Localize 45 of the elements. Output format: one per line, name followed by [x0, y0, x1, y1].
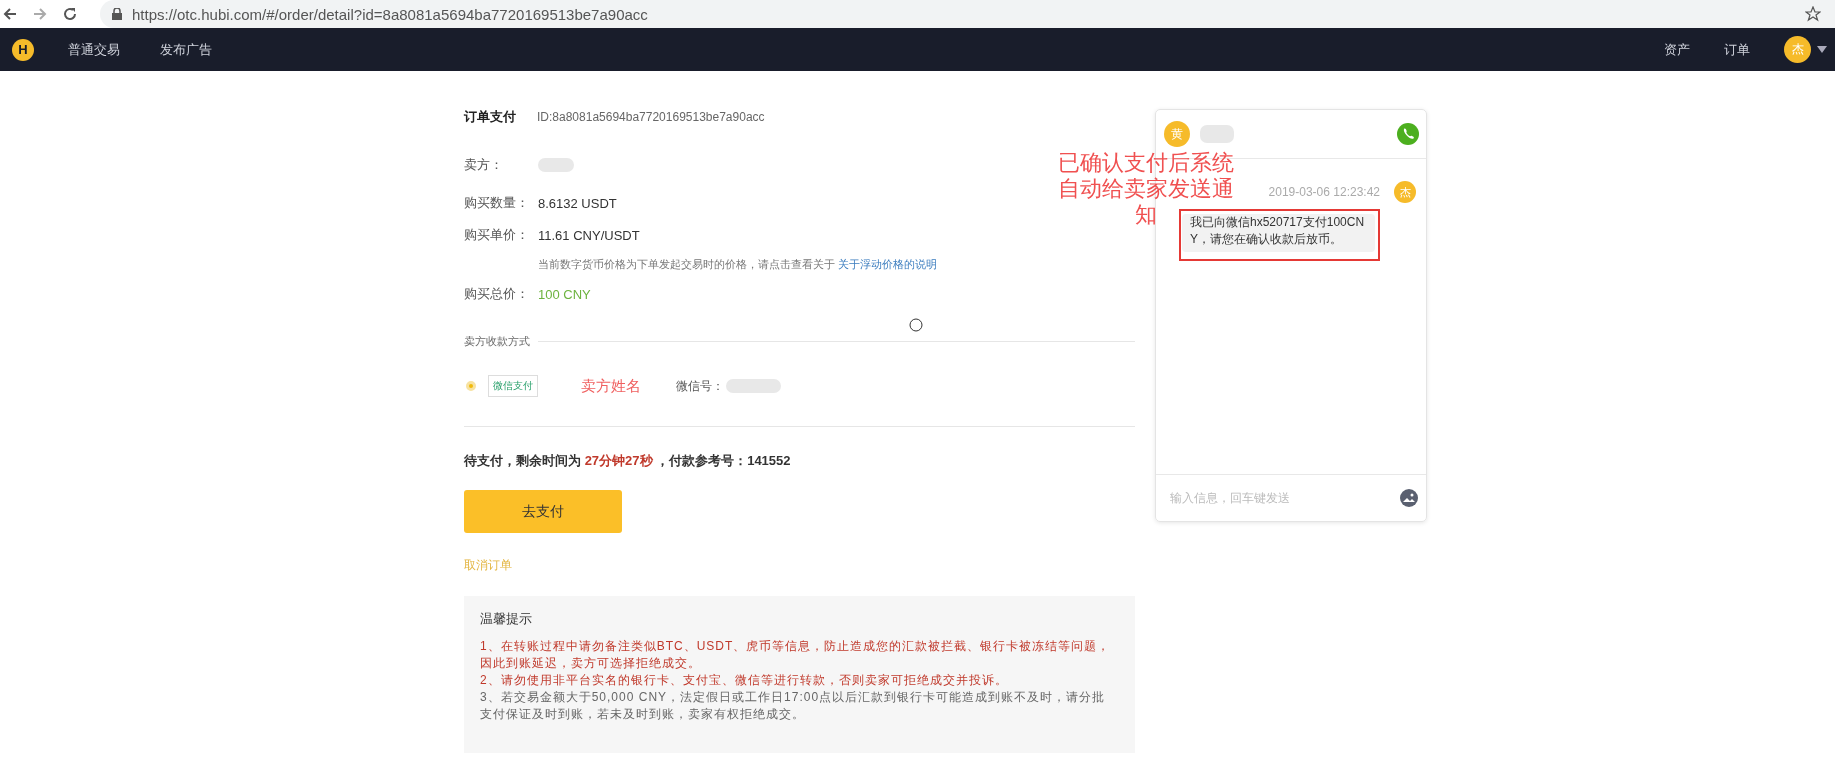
user-avatar: 杰	[1394, 181, 1416, 203]
payment-status: 待支付，剩余时间为 27分钟27秒 ，付款参考号：141552	[464, 452, 792, 470]
radio-button[interactable]	[466, 381, 476, 391]
page-title: 订单支付	[464, 108, 517, 126]
price-explanation-link[interactable]: 关于浮动价格的说明	[838, 258, 938, 270]
reload-icon	[62, 6, 78, 22]
total-price: 100 CNY	[538, 286, 591, 302]
field-label: 购买单价：	[464, 226, 530, 244]
peer-avatar: 黄	[1164, 121, 1190, 147]
forward-icon	[32, 6, 48, 22]
field-value: 11.61 CNY/USDT	[538, 227, 640, 243]
account-label: 微信号：	[676, 377, 724, 395]
phone-icon	[1397, 123, 1419, 145]
section-title: 卖方收款方式	[464, 334, 530, 349]
tips-title: 温馨提示	[480, 610, 533, 628]
nav-link[interactable]: 普通交易	[68, 40, 120, 59]
nav-link[interactable]: 订单	[1724, 40, 1750, 59]
message-input[interactable]: 输入信息，回车键发送	[1168, 490, 1400, 506]
lock-icon	[112, 8, 122, 20]
order-id: ID:8a8081a5694ba7720169513be7a90acc	[537, 110, 765, 124]
nav-link[interactable]: 资产	[1664, 40, 1690, 59]
back-icon	[2, 6, 18, 22]
message-bubble: 我已向微信hx520717支付100CNY，请您在确认收款后放币。	[1182, 214, 1375, 252]
field-label: 购买数量：	[464, 194, 530, 212]
address-bar[interactable]: https://otc.hubi.com/#/order/detail?id=8a8081a5694ba7720169513be7a90acc	[100, 0, 1835, 28]
payment-badge: 微信支付	[488, 375, 538, 397]
field-value: 8.6132 USDT	[538, 195, 617, 211]
tip-text: 1、在转账过程中请勿备注类似BTC、USDT、虎币等信息，防止造成您的汇款被拦截、银行卡被冻结等问题，因此到账延迟，卖方可选择拒绝成交。	[480, 638, 1112, 672]
pay-button[interactable]: 去支付	[464, 490, 622, 533]
cursor-circle-icon	[909, 318, 923, 332]
annotation-text: 知	[1135, 202, 1157, 228]
image-icon	[1400, 489, 1418, 507]
annotation-text: 已确认支付后系统	[1058, 150, 1234, 176]
nav-link[interactable]: 发布广告	[160, 40, 212, 59]
field-label: 购买总价：	[464, 285, 530, 303]
tip-text: 2、请勿使用非平台实名的银行卡、支付宝、微信等进行转款，否则卖家可拒绝成交并投诉。	[480, 672, 1009, 689]
seller-name: 卖方姓名	[581, 376, 641, 396]
logo-icon[interactable]: H	[12, 38, 34, 61]
annotation-text: 自动给卖家发送通	[1058, 176, 1234, 202]
field-label: 卖方：	[464, 156, 504, 174]
tip-text: 3、若交易金额大于50,000 CNY，法定假日或工作日17:00点以后汇款到银行卡可能造成到账不及时，请分批支付保证及时到账，若未及时到账，卖家有权拒绝成交。	[480, 689, 1107, 723]
message-time: 2019-03-06 12:23:42	[1268, 185, 1380, 199]
caret-icon	[1817, 46, 1827, 53]
price-note: 当前数字货币价格为下单发起交易时的价格，请点击查看关于 关于浮动价格的说明	[538, 257, 939, 272]
star-icon	[1805, 6, 1821, 22]
